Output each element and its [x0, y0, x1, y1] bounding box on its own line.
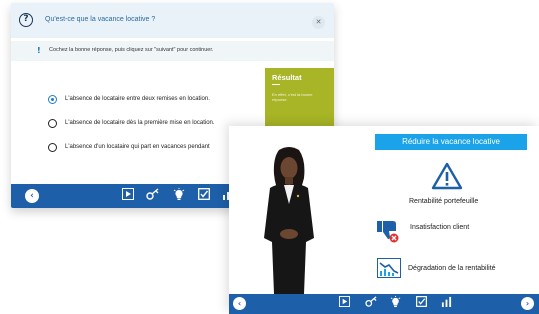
- checkbox-icon[interactable]: [416, 296, 427, 312]
- video-nav-bar: ‹ ›: [229, 294, 539, 314]
- answer-option-2[interactable]: L'absence de locataire dès la première m…: [48, 118, 258, 130]
- lightbulb-icon[interactable]: [390, 296, 401, 313]
- instruction-row: ! Cochez la bonne réponse, puis cliquez …: [11, 41, 334, 61]
- screen: ? Qu'est-ce que la vacance locative ? ✕ …: [0, 0, 539, 314]
- warning-icon: [431, 162, 463, 195]
- radio-selected[interactable]: [48, 95, 57, 104]
- video-card: Réduire la vacance locative Rentabilité …: [229, 126, 539, 314]
- lightbulb-icon[interactable]: [173, 188, 185, 206]
- result-panel: Résultat En effet, c'est la bonne répons…: [265, 68, 334, 133]
- back-button[interactable]: ‹: [233, 297, 246, 310]
- radio-unselected[interactable]: [48, 119, 57, 128]
- radio-unselected[interactable]: [48, 143, 57, 152]
- back-button[interactable]: ‹: [25, 189, 39, 203]
- key-icon[interactable]: [365, 296, 378, 312]
- quiz-header: ? Qu'est-ce que la vacance locative ? ✕: [11, 3, 334, 38]
- answer-option-1[interactable]: L'absence de locataire entre deux remise…: [48, 94, 258, 106]
- answer-label: L'absence d'un locataire qui part en vac…: [65, 144, 210, 150]
- declining-chart-icon: [377, 258, 401, 283]
- exclamation-icon: !: [37, 46, 41, 55]
- result-text: En effet, c'est la bonne réponse.: [272, 92, 313, 102]
- result-title: Résultat: [272, 73, 302, 82]
- key-icon[interactable]: [146, 188, 160, 205]
- quiz-question: Qu'est-ce que la vacance locative ?: [45, 16, 156, 23]
- close-icon[interactable]: ✕: [312, 16, 325, 29]
- item-label-insatisfaction: Insatisfaction client: [410, 224, 470, 231]
- thumbs-down-icon: [376, 218, 400, 249]
- question-circle-icon[interactable]: ?: [19, 13, 33, 27]
- play-icon[interactable]: [122, 188, 134, 205]
- item-label-degradation: Dégradation de la rentabilité: [408, 265, 496, 272]
- next-button[interactable]: ›: [521, 297, 534, 310]
- answer-label: L'absence de locataire entre deux remise…: [65, 96, 210, 102]
- chart-icon[interactable]: [441, 296, 452, 312]
- checkbox-icon[interactable]: [198, 188, 210, 205]
- topic-banner: Réduire la vacance locative: [375, 134, 527, 150]
- presenter-video[interactable]: [254, 146, 324, 294]
- item-label-rentabilite: Rentabilité portefeuille: [409, 198, 479, 205]
- result-divider: [272, 84, 280, 85]
- answer-option-3[interactable]: L'absence d'un locataire qui part en vac…: [48, 142, 258, 154]
- answer-label: L'absence de locataire dès la première m…: [65, 120, 215, 126]
- play-icon[interactable]: [339, 296, 350, 312]
- instruction-text: Cochez la bonne réponse, puis cliquez su…: [49, 47, 214, 53]
